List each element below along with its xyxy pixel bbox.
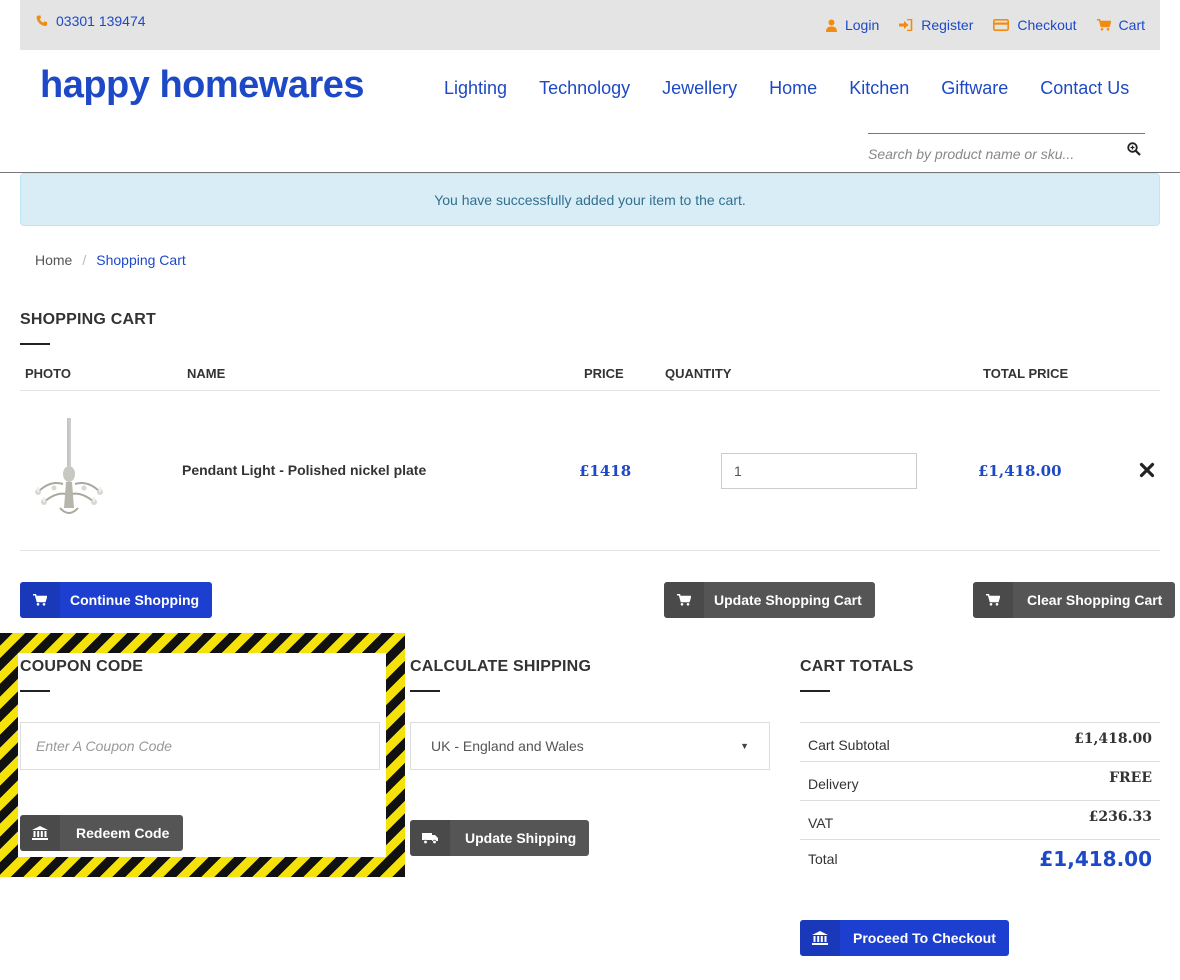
continue-shopping-label: Continue Shopping	[70, 592, 200, 608]
update-shopping-cart-label: Update Shopping Cart	[714, 592, 862, 608]
subtotal-row: Cart Subtotal £1,418.00	[800, 722, 1160, 761]
shipping-region-select[interactable]: UK - England and Wales ▼	[410, 722, 770, 770]
breadcrumb-separator: /	[82, 252, 87, 268]
nav-item-giftware[interactable]: Giftware	[941, 78, 1008, 99]
column-total-price: TOTAL PRICE	[983, 366, 1069, 381]
account-links: Login Register Checkout Cart	[825, 17, 1145, 33]
search-input[interactable]	[868, 144, 1108, 164]
nav-item-jewellery[interactable]: Jewellery	[662, 78, 737, 99]
shipping-title: CALCULATE SHIPPING	[410, 658, 592, 675]
dropdown-caret-icon: ▼	[740, 741, 749, 751]
update-shopping-cart-button[interactable]: Update Shopping Cart	[664, 582, 875, 618]
clear-shopping-cart-button[interactable]: Clear Shopping Cart	[973, 582, 1175, 618]
search-bar	[868, 133, 1145, 165]
proceed-to-checkout-label: Proceed To Checkout	[853, 930, 996, 946]
cart-label: Cart	[1118, 17, 1145, 33]
checkout-label: Checkout	[1017, 17, 1077, 33]
cart-totals-title-underline	[800, 690, 830, 692]
subtotal-label: Cart Subtotal	[808, 737, 890, 753]
checkout-link[interactable]: Checkout	[993, 17, 1077, 33]
coupon-title-underline	[20, 690, 50, 692]
product-name[interactable]: Pendant Light - Polished nickel plate	[182, 462, 426, 478]
phone-number[interactable]: 03301 139474	[36, 13, 146, 29]
login-label: Login	[844, 17, 880, 33]
cart-icon	[1096, 19, 1111, 31]
update-shipping-button[interactable]: Update Shipping	[410, 820, 589, 856]
register-link[interactable]: Register	[899, 17, 973, 33]
truck-icon	[410, 820, 450, 856]
sign-in-icon	[899, 19, 913, 31]
total-value: £1,418.00	[1039, 847, 1152, 871]
vat-value: £236.33	[1088, 809, 1152, 825]
breadcrumb: Home / Shopping Cart	[35, 252, 186, 268]
column-name: NAME	[187, 366, 226, 381]
vat-row: VAT £236.33	[800, 800, 1160, 839]
phone-number-text: 03301 139474	[56, 13, 146, 29]
nav-item-home[interactable]: Home	[769, 78, 817, 99]
coupon-code-input[interactable]	[20, 722, 380, 770]
nav-item-contact-us[interactable]: Contact Us	[1040, 78, 1129, 99]
column-photo: PHOTO	[25, 366, 71, 381]
product-total-price: £1,418.00	[978, 462, 1062, 480]
column-quantity: QUANTITY	[665, 366, 732, 381]
main-nav: Lighting Technology Jewellery Home Kitch…	[444, 78, 1129, 99]
credit-card-icon	[993, 19, 1010, 31]
cart-title: SHOPPING CART	[20, 311, 156, 328]
cart-icon	[664, 582, 704, 618]
remove-item-icon[interactable]	[1139, 462, 1155, 478]
quantity-input[interactable]	[721, 453, 917, 489]
shipping-title-underline	[410, 690, 440, 692]
cart-icon	[20, 582, 60, 618]
proceed-to-checkout-button[interactable]: Proceed To Checkout	[800, 920, 1009, 956]
delivery-label: Delivery	[808, 776, 859, 792]
delivery-value: FREE	[1109, 770, 1152, 786]
user-icon	[825, 19, 837, 32]
coupon-title: COUPON CODE	[20, 658, 144, 675]
nav-item-kitchen[interactable]: Kitchen	[849, 78, 909, 99]
phone-icon	[36, 15, 47, 27]
breadcrumb-current[interactable]: Shopping Cart	[96, 252, 186, 268]
alert-message: You have successfully added your item to…	[434, 191, 746, 208]
total-label: Total	[808, 851, 838, 867]
bank-icon	[20, 815, 60, 851]
site-logo[interactable]: happy homewares	[40, 64, 365, 107]
continue-shopping-button[interactable]: Continue Shopping	[20, 582, 212, 618]
breadcrumb-home[interactable]: Home	[35, 252, 72, 268]
register-label: Register	[921, 17, 974, 33]
cart-title-underline	[20, 343, 50, 345]
column-price: PRICE	[584, 366, 624, 381]
delivery-row: Delivery FREE	[800, 761, 1160, 800]
cart-icon	[973, 582, 1013, 618]
table-row-divider	[20, 550, 1160, 551]
cart-totals-title: CART TOTALS	[800, 658, 914, 675]
subtotal-value: £1,418.00	[1074, 731, 1152, 747]
vat-label: VAT	[808, 815, 834, 831]
login-link[interactable]: Login	[825, 17, 880, 33]
product-image[interactable]	[30, 418, 108, 520]
clear-shopping-cart-label: Clear Shopping Cart	[1027, 592, 1163, 608]
top-bar: 03301 139474 Login Register Checkout Car…	[20, 0, 1160, 50]
product-price: £1418	[579, 462, 632, 480]
bank-icon	[800, 920, 840, 956]
shipping-region-value: UK - England and Wales	[431, 738, 584, 754]
nav-item-lighting[interactable]: Lighting	[444, 78, 507, 99]
search-icon[interactable]	[1127, 142, 1141, 156]
nav-item-technology[interactable]: Technology	[539, 78, 630, 99]
table-header-divider	[20, 390, 1160, 391]
update-shipping-label: Update Shipping	[465, 830, 577, 846]
redeem-code-label: Redeem Code	[76, 825, 170, 841]
cart-link[interactable]: Cart	[1096, 17, 1145, 33]
success-alert: You have successfully added your item to…	[20, 173, 1160, 226]
redeem-code-button[interactable]: Redeem Code	[20, 815, 183, 851]
total-row: Total £1,418.00	[800, 839, 1160, 878]
